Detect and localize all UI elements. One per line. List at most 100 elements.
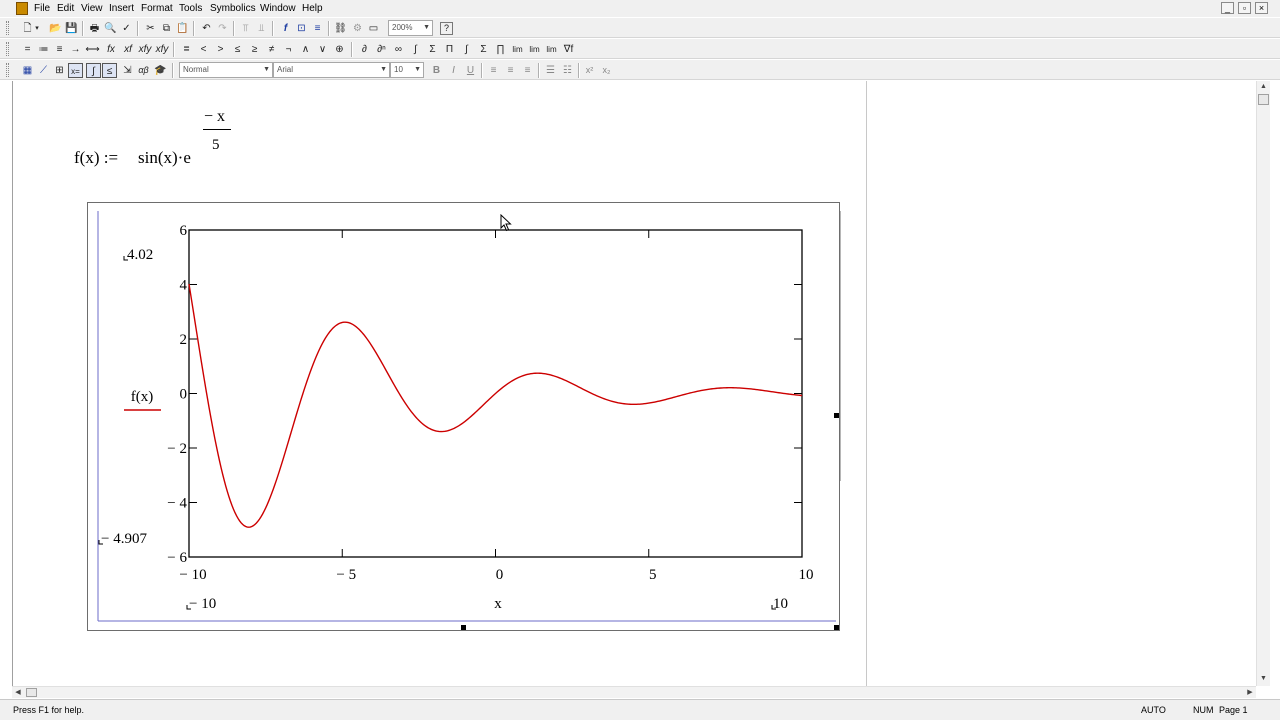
undo-icon[interactable]: ↶ [199,21,214,36]
help-icon[interactable]: ? [440,22,453,35]
vertical-scroll-thumb[interactable] [1258,94,1269,105]
not-icon[interactable]: ¬ [281,42,296,57]
definition-icon[interactable]: ≔ [36,42,51,57]
symbolic-icon[interactable]: 🎓 [153,63,168,78]
menu-view[interactable]: View [81,2,103,15]
scroll-right-icon[interactable]: ▶ [1244,687,1256,698]
insert-function-icon[interactable]: f [278,21,293,36]
underline-button[interactable]: U [463,63,478,78]
product-icon[interactable]: ∏ [493,42,508,57]
infix-operator-icon[interactable]: xfy [136,42,154,57]
numbering-icon[interactable]: ☷ [560,63,575,78]
minimize-icon[interactable]: _ [1221,2,1234,14]
range-product-icon[interactable]: Π [442,42,457,57]
menu-tools[interactable]: Tools [179,2,202,15]
vertical-scrollbar[interactable]: ▲ ▼ [1256,81,1270,686]
toolbar-grip[interactable] [6,42,9,56]
align-left-icon[interactable]: ≡ [486,63,501,78]
align-right-icon[interactable]: ≡ [520,63,535,78]
calculus-icon[interactable]: ∫ [86,63,101,78]
menu-edit[interactable]: Edit [57,2,74,15]
xy-plot-region[interactable]: − 10 − 5 0 5 10 6 4 2 0 − 2 − 4 − 6 f(x) x 4.02 − 4.907… [87,202,841,631]
bold-button[interactable]: B [429,63,444,78]
boolean-icon[interactable]: ≤ [102,63,117,78]
menu-file[interactable]: File [34,2,50,15]
less-equal-icon[interactable]: ≤ [230,42,245,57]
symbolic-keyword-icon[interactable]: ⟷ [85,42,100,57]
or-icon[interactable]: ∨ [315,42,330,57]
global-definition-icon[interactable]: ≡ [52,42,67,57]
limit-icon[interactable]: lim [510,42,525,57]
evaluation-icon[interactable]: x= [68,63,83,78]
cut-icon[interactable]: ✂ [143,21,158,36]
treefix-operator-icon[interactable]: xfy [153,42,171,57]
indefinite-integral-icon[interactable]: ∫ [459,42,474,57]
restore-icon[interactable]: ▫ [1238,2,1251,14]
greater-than-icon[interactable]: > [213,42,228,57]
italic-button[interactable]: I [446,63,461,78]
infinity-icon[interactable]: ∞ [391,42,406,57]
calculate-icon[interactable]: ≡ [310,21,325,36]
scroll-up-icon[interactable]: ▲ [1257,81,1270,93]
boolean-equal-icon[interactable]: = [179,42,194,57]
resource-center-icon[interactable]: ▭ [366,21,381,36]
postfix-operator-icon[interactable]: xf [119,42,137,57]
superscript-button[interactable]: x² [582,63,597,78]
greater-equal-icon[interactable]: ≥ [247,42,262,57]
prefix-operator-icon[interactable]: fx [102,42,120,57]
evaluate-icon[interactable]: = [20,42,35,57]
scroll-left-icon[interactable]: ◀ [12,687,24,698]
print-preview-icon[interactable]: 🔍 [103,21,118,36]
mathcad-app-icon[interactable] [16,2,28,15]
open-folder-icon[interactable]: 📂 [48,21,63,36]
matrix-icon[interactable]: ⊞ [52,63,67,78]
greek-icon[interactable]: αβ [136,63,151,78]
calculator-icon[interactable]: ▦ [20,63,35,78]
symbolic-eval-icon[interactable]: → [68,42,83,57]
insert-hyperlink-icon[interactable]: ⛓ [333,21,348,36]
derivative-icon[interactable]: ∂ [357,42,372,57]
programming-icon[interactable]: ⇲ [120,63,135,78]
menu-insert[interactable]: Insert [109,2,134,15]
menu-format[interactable]: Format [141,2,173,15]
subscript-button[interactable]: x₂ [599,63,614,78]
laplace-icon[interactable]: ∇f [561,42,576,57]
insert-component-icon[interactable]: ⚙ [350,21,365,36]
spell-check-icon[interactable]: ✓ [119,21,134,36]
menu-symbolics[interactable]: Symbolics [210,2,256,15]
graph-icon[interactable]: ⟋ [36,63,51,78]
definite-integral-icon[interactable]: ∫ [408,42,423,57]
copy-icon[interactable]: ⧉ [159,21,174,36]
horizontal-scroll-thumb[interactable] [26,688,37,697]
font-size-select[interactable]: 10 ▼ [390,62,424,78]
align-center-icon[interactable]: ≡ [503,63,518,78]
save-icon[interactable]: 💾 [64,21,79,36]
xor-icon[interactable]: ⊕ [332,42,347,57]
summation-icon[interactable]: Σ [476,42,491,57]
horizontal-scrollbar[interactable]: ◀ ▶ [12,686,1256,698]
nth-derivative-icon[interactable]: ∂ⁿ [374,42,389,57]
new-dropdown-icon[interactable]: ▾ [33,21,41,36]
menu-window[interactable]: Window [260,2,296,15]
less-than-icon[interactable]: < [196,42,211,57]
style-select[interactable]: Normal ▼ [179,62,273,78]
paste-icon[interactable]: 📋 [175,21,190,36]
redo-icon[interactable]: ↷ [215,21,230,36]
scroll-down-icon[interactable]: ▼ [1257,673,1270,685]
left-limit-icon[interactable]: lim [544,42,559,57]
not-equal-icon[interactable]: ≠ [264,42,279,57]
font-select[interactable]: Arial ▼ [273,62,390,78]
zoom-select[interactable]: 200% ▼ [388,20,433,36]
close-icon[interactable]: × [1255,2,1268,14]
align-down-icon[interactable]: ⫫ [254,21,269,36]
and-icon[interactable]: ∧ [298,42,313,57]
bullets-icon[interactable]: ☰ [543,63,558,78]
insert-unit-icon[interactable]: ⊡ [294,21,309,36]
toolbar-grip[interactable] [6,21,9,35]
right-limit-icon[interactable]: lim [527,42,542,57]
align-top-icon[interactable]: ⫪ [238,21,253,36]
toolbar-grip[interactable] [6,63,9,77]
print-icon[interactable]: 🖶 [87,21,102,36]
menu-help[interactable]: Help [302,2,323,15]
range-sum-icon[interactable]: Σ [425,42,440,57]
